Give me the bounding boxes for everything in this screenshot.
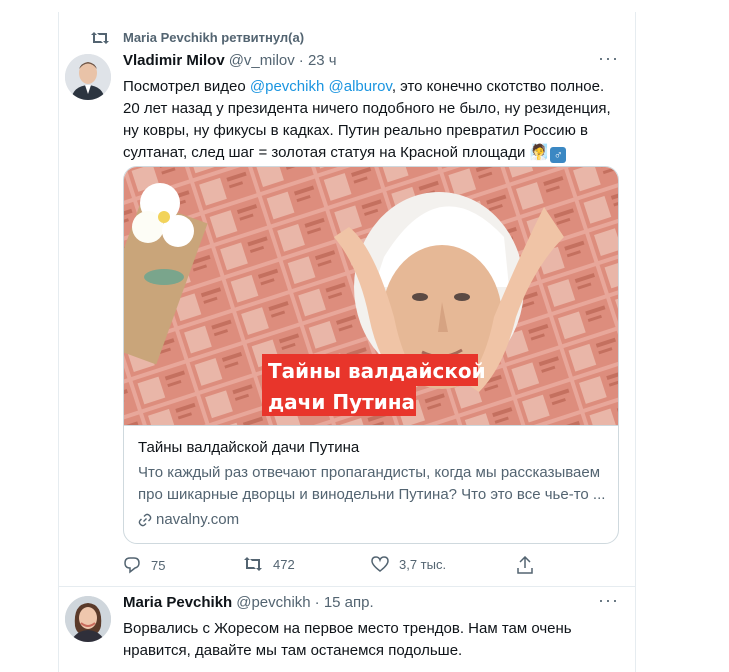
male-sign-icon: ♂ (550, 147, 567, 163)
tweet-text-part: Посмотрел видео (123, 78, 250, 95)
emoji: 🧖 (529, 144, 549, 161)
retweet-label: Maria Pevchikh ретвитнул(а) (123, 30, 305, 45)
like-icon (371, 556, 399, 572)
link-icon (138, 513, 152, 527)
card-title: Тайны валдайской дачи Путина (138, 439, 360, 456)
tweet-header: Maria Pevchikh @pevchikh · 15 апр. (123, 594, 374, 611)
divider (59, 586, 635, 587)
tweet-header: Vladimir Milov @v_milov · 23 ч (123, 52, 337, 69)
share-icon (517, 556, 543, 574)
avatar[interactable] (65, 54, 111, 100)
author-handle[interactable]: @pevchikh (236, 594, 310, 611)
tweet-text: Посмотрел видео @pevchikh @alburov, это … (123, 76, 623, 164)
more-icon[interactable]: ··· (598, 48, 619, 69)
tweet-time[interactable]: · 23 ч (299, 52, 337, 69)
retweet-context[interactable]: Maria Pevchikh ретвитнул(а) (91, 30, 304, 45)
tweet-actions: 75 472 3,7 тыс. (123, 556, 553, 576)
reply-icon (123, 556, 151, 574)
reply-button[interactable]: 75 (123, 556, 165, 574)
banner-line1: Тайны валдайской (268, 359, 486, 383)
mention-link[interactable]: @pevchikh (250, 78, 324, 95)
card-domain-text: navalny.com (156, 511, 240, 528)
retweet-count: 472 (273, 556, 295, 572)
avatar[interactable] (65, 596, 111, 642)
card-domain: navalny.com (138, 511, 239, 528)
like-count: 3,7 тыс. (399, 556, 447, 572)
retweet-action-icon (243, 556, 273, 572)
author-handle[interactable]: @v_milov (229, 52, 295, 69)
more-icon[interactable]: ··· (598, 590, 619, 611)
retweet-button[interactable]: 472 (243, 556, 295, 572)
mention-link[interactable]: @alburov (329, 78, 392, 95)
tweet-time[interactable]: · 15 апр. (315, 594, 374, 611)
author-name[interactable]: Vladimir Milov (123, 52, 225, 69)
timeline: Maria Pevchikh ретвитнул(а) Vladimir Mil… (58, 12, 636, 672)
reply-count: 75 (151, 557, 166, 573)
card-image: Тайны валдайской дачи Путина (124, 167, 618, 426)
author-name[interactable]: Maria Pevchikh (123, 594, 232, 611)
link-card[interactable]: Тайны валдайской дачи Путина Тайны валда… (123, 166, 619, 544)
tweet-text: Ворвались с Жоресом на первое место трен… (123, 620, 572, 659)
banner-line2: дачи Путина (268, 390, 415, 414)
share-button[interactable] (517, 556, 543, 574)
card-description: Что каждый раз отвечают пропагандисты, к… (138, 464, 606, 503)
retweet-icon (91, 31, 113, 45)
like-button[interactable]: 3,7 тыс. (371, 556, 446, 572)
